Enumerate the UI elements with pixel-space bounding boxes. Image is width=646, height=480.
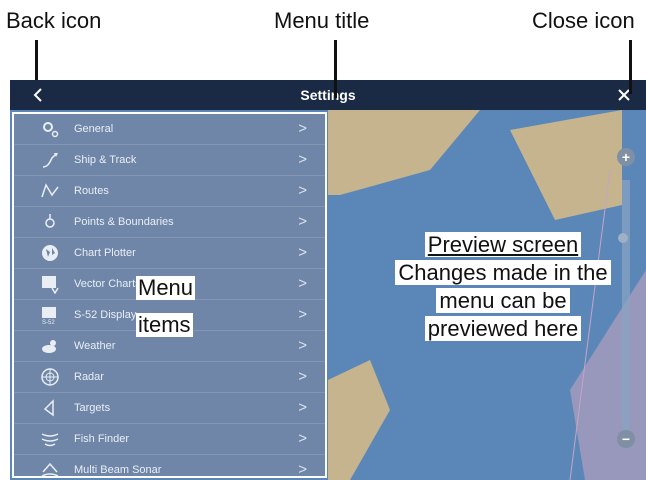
annotation-menu-items-line1: Menu xyxy=(136,275,196,300)
menu-item-label: Routes xyxy=(74,185,109,197)
ship-track-icon xyxy=(42,153,58,168)
menu-item-label: Vector Charts xyxy=(74,278,141,290)
chevron-right-icon: > xyxy=(298,399,307,416)
menu-item-targets[interactable]: Targets > xyxy=(14,393,325,424)
routes-icon xyxy=(41,183,59,198)
menu-title: Settings xyxy=(300,87,356,103)
menu-item-label: General xyxy=(74,123,114,135)
chevron-right-icon: > xyxy=(298,213,307,230)
annotation-preview-line3: menu can be xyxy=(436,288,570,313)
s52-icon: S-52 xyxy=(42,307,56,325)
chevron-right-icon: > xyxy=(298,151,307,168)
annotation-preview-line4: previewed here xyxy=(424,316,582,341)
menu-item-label: Weather xyxy=(74,340,116,352)
chevron-right-icon: > xyxy=(298,337,307,354)
menu-item-label: Points & Boundaries xyxy=(74,216,174,228)
callout-menu-title: Menu title xyxy=(274,8,370,33)
callout-close-icon: Close icon xyxy=(532,8,635,33)
gear-icon xyxy=(43,122,59,138)
menu-item-chart-plotter[interactable]: Chart Plotter > xyxy=(14,238,325,269)
chevron-right-icon: > xyxy=(298,368,307,385)
zoom-out-button[interactable]: − xyxy=(617,430,635,448)
callout-back-icon: Back icon xyxy=(6,8,102,33)
menu-item-multi-beam-sonar[interactable]: Multi Beam Sonar > xyxy=(14,455,325,478)
zoom-in-button[interactable]: + xyxy=(617,148,635,166)
annotation-menu-items-line2: items xyxy=(136,312,193,337)
land-area xyxy=(328,360,390,480)
chevron-right-icon: > xyxy=(298,461,307,478)
annotation-preview-title: Preview screen xyxy=(424,232,582,257)
fish-finder-icon xyxy=(41,433,59,447)
targets-icon xyxy=(43,399,54,417)
menu-item-label: S-52 Display xyxy=(74,309,137,321)
menu-item-label: Ship & Track xyxy=(74,154,137,166)
menu-item-label: Targets xyxy=(74,402,111,414)
annotation-preview-line2: Changes made in the xyxy=(395,260,611,285)
menu-item-label: Fish Finder xyxy=(74,433,130,445)
chevron-right-icon: > xyxy=(298,430,307,447)
radar-icon xyxy=(41,368,59,386)
annotation-preview-screen: Preview screen Changes made in the menu … xyxy=(368,232,638,344)
weather-icon xyxy=(42,340,56,353)
menu-item-label: Radar xyxy=(74,371,104,383)
menu-item-radar[interactable]: Radar > xyxy=(14,362,325,393)
sonar-icon xyxy=(41,462,59,476)
menu-item-label: Multi Beam Sonar xyxy=(74,464,162,476)
chevron-right-icon: > xyxy=(298,275,307,292)
menu-item-points-boundaries[interactable]: Points & Boundaries > xyxy=(14,207,325,238)
chart-plotter-icon xyxy=(42,245,58,261)
land-area xyxy=(328,110,480,195)
menu-item-fish-finder[interactable]: Fish Finder > xyxy=(14,424,325,455)
callout-close-line xyxy=(629,40,632,94)
vector-chart-icon xyxy=(42,276,59,294)
chevron-right-icon: > xyxy=(298,120,307,137)
menu-item-ship-track[interactable]: Ship & Track > xyxy=(14,145,325,176)
callout-title-line xyxy=(334,40,337,98)
menu-item-general[interactable]: General > xyxy=(14,114,325,145)
menu-item-routes[interactable]: Routes > xyxy=(14,176,325,207)
menu-item-label: Chart Plotter xyxy=(74,247,136,259)
chevron-right-icon: > xyxy=(298,244,307,261)
chevron-right-icon: > xyxy=(298,182,307,199)
points-icon xyxy=(45,214,55,228)
title-bar: Settings xyxy=(10,80,646,110)
chevron-right-icon: > xyxy=(298,306,307,323)
svg-text:S-52: S-52 xyxy=(42,320,55,325)
